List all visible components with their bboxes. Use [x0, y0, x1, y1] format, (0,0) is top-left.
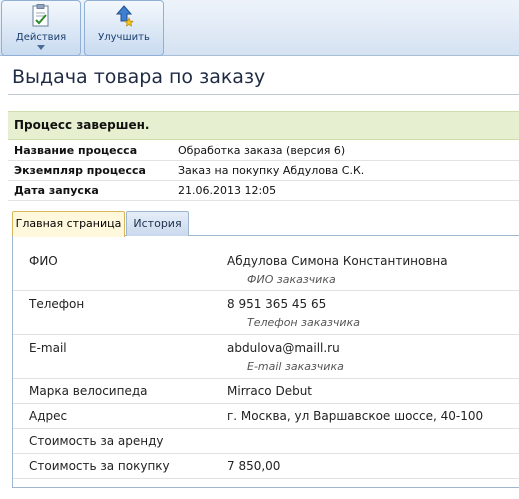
form-row-bike-brand: Марка велосипеда Mirraco Debut	[13, 379, 519, 404]
tab-main-page[interactable]: Главная страница	[12, 211, 125, 237]
field-label: ФИО	[29, 254, 58, 268]
actions-button[interactable]: Действия	[1, 0, 81, 56]
field-value: abdulova@maill.ru	[227, 341, 340, 355]
field-value: 8 951 365 45 65	[227, 297, 327, 311]
actions-label: Действия	[15, 32, 67, 43]
field-label: Стоимость за покупку	[29, 459, 170, 473]
status-banner: Процесс завершен.	[8, 111, 519, 140]
form-row-rent-cost: Стоимость за аренду	[13, 429, 519, 454]
field-value: 7 850,00	[227, 459, 281, 473]
field-value: Абдулова Симона Константиновна	[227, 254, 448, 268]
info-value: 21.06.2013 12:05	[178, 184, 277, 197]
field-label: Марка велосипеда	[29, 384, 148, 398]
info-row-process-name: Название процесса Обработка заказа (верс…	[8, 141, 519, 161]
page-title: Выдача товара по заказу	[12, 66, 266, 88]
field-label: Адрес	[29, 409, 68, 423]
title-divider	[8, 94, 519, 95]
status-text: Процесс завершен.	[14, 118, 150, 132]
form-row-address: Адрес г. Москва, ул Варшавское шоссе, 40…	[13, 404, 519, 429]
field-label: Телефон	[29, 297, 85, 311]
info-label: Название процесса	[14, 144, 138, 157]
field-label: Стоимость за аренду	[29, 434, 164, 448]
form-row-phone: Телефон 8 951 365 45 65 Телефон заказчик…	[13, 291, 519, 335]
field-value: г. Москва, ул Варшавское шоссе, 40-100	[227, 409, 484, 423]
info-value: Обработка заказа (версия 6)	[178, 144, 346, 157]
form-row-fio: ФИО Абдулова Симона Константиновна ФИО з…	[13, 246, 519, 291]
field-hint: Телефон заказчика	[247, 316, 360, 329]
info-label: Дата запуска	[14, 184, 99, 197]
improve-button[interactable]: Улучшить	[84, 0, 164, 56]
field-label: E-mail	[29, 341, 67, 355]
info-label: Экземпляр процесса	[14, 164, 146, 177]
toolbar: Действия Улучшить	[0, 0, 519, 56]
info-value: Заказ на покупку Абдулова С.К.	[178, 164, 365, 177]
form-row-email: E-mail abdulova@maill.ru E-mail заказчик…	[13, 335, 519, 379]
document-check-icon	[29, 4, 53, 30]
info-row-start-date: Дата запуска 21.06.2013 12:05	[8, 181, 519, 201]
info-row-process-instance: Экземпляр процесса Заказ на покупку Абду…	[8, 161, 519, 181]
upgrade-arrow-icon	[112, 4, 136, 30]
field-hint: ФИО заказчика	[247, 273, 336, 286]
tab-history[interactable]: История	[126, 211, 189, 236]
chevron-down-icon	[37, 45, 45, 50]
improve-label: Улучшить	[98, 32, 150, 43]
field-hint: E-mail заказчика	[247, 360, 344, 373]
field-value: Mirraco Debut	[227, 384, 313, 398]
form-row-purchase-cost: Стоимость за покупку 7 850,00	[13, 454, 519, 479]
